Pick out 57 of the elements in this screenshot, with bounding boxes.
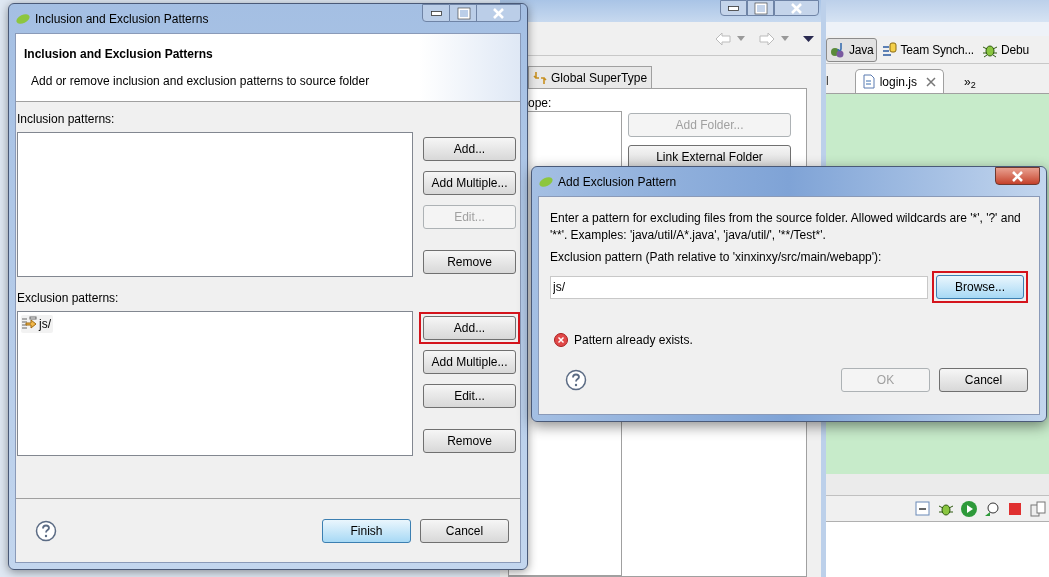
pattern-button[interactable]: Remove <box>423 250 516 274</box>
scope-label: ope: <box>528 96 552 110</box>
dialog-button[interactable]: Link External Folder <box>628 145 791 169</box>
perspective-button[interactable]: Team Synch... <box>877 37 977 62</box>
list-item[interactable]: js/ <box>21 315 53 333</box>
arrows-icon <box>533 69 547 86</box>
pattern-button[interactable]: Add Multiple... <box>423 171 516 195</box>
pattern-icon <box>21 316 37 332</box>
maximize-button[interactable] <box>747 0 774 16</box>
pattern-button[interactable]: Remove <box>423 429 516 453</box>
dialog-heading: Inclusion and Exclusion Patterns <box>24 46 213 63</box>
close-button[interactable] <box>995 167 1040 185</box>
section-label: Exclusion patterns: <box>17 291 119 305</box>
pattern-button[interactable]: Add Multiple... <box>423 350 516 374</box>
leaf-icon <box>15 11 31 27</box>
maximize-button[interactable] <box>450 4 477 22</box>
error-icon <box>554 333 568 347</box>
dropdown-icon[interactable] <box>780 35 790 42</box>
play-icon[interactable] <box>960 499 978 518</box>
leaf-icon <box>538 174 554 190</box>
timer-icon[interactable] <box>983 499 1001 518</box>
dialog-button[interactable]: Finish <box>322 518 411 543</box>
minimize-button[interactable] <box>422 4 450 22</box>
minimize-icon <box>430 10 442 16</box>
minimize-icon <box>728 5 739 11</box>
close-button[interactable] <box>477 4 521 22</box>
window-title: Add Exclusion Pattern <box>558 174 677 191</box>
file-icon <box>861 73 876 90</box>
perspective-button[interactable]: Debu <box>978 37 1032 62</box>
sync-perspective-icon <box>880 40 899 59</box>
help-icon[interactable] <box>35 519 57 542</box>
collapse-icon[interactable] <box>914 499 932 518</box>
window-title: Inclusion and Exclusion Patterns <box>35 11 209 28</box>
help-icon[interactable] <box>565 369 587 391</box>
pattern-button[interactable]: Edit... <box>423 384 516 408</box>
tab[interactable]: Global SuperType <box>528 66 653 88</box>
copy-icon[interactable] <box>1029 499 1047 518</box>
dialog-button[interactable]: Cancel <box>939 368 1028 392</box>
error-message: Pattern already exists. <box>574 332 693 349</box>
browse-button[interactable]: Browse... <box>936 275 1024 299</box>
close-icon[interactable] <box>925 75 938 88</box>
maximize-icon <box>751 0 770 17</box>
perspective-button[interactable]: Java <box>826 37 877 62</box>
dialog-description: Add or remove inclusion and exclusion patterns to source folder <box>31 73 370 90</box>
minimize-button[interactable] <box>720 0 747 16</box>
pattern-field[interactable]: js/ <box>550 275 928 299</box>
section-label: Inclusion patterns: <box>17 112 115 126</box>
close-button[interactable] <box>774 0 819 16</box>
pattern-button[interactable]: Add... <box>423 137 516 161</box>
instructions-text: Enter a pattern for excluding files from the source folder. Allowed wildcards are '*', '?' and '**'. Examples: 'java/util/A*.java', 'java/util/', '**/Test*'. <box>550 210 1022 244</box>
dialog-button[interactable]: Cancel <box>420 518 509 543</box>
field-label: Exclusion pattern (Path relative to 'xinxinxy/src/main/webapp'): <box>550 249 882 265</box>
overflow-tabs-button[interactable]: »$_{2}$ <box>964 71 976 93</box>
editor-tab[interactable]: login.js <box>854 69 945 93</box>
dropdown-icon[interactable] <box>736 35 746 42</box>
pattern-button[interactable]: Add... <box>423 316 516 340</box>
menu-icon[interactable] <box>802 34 815 43</box>
